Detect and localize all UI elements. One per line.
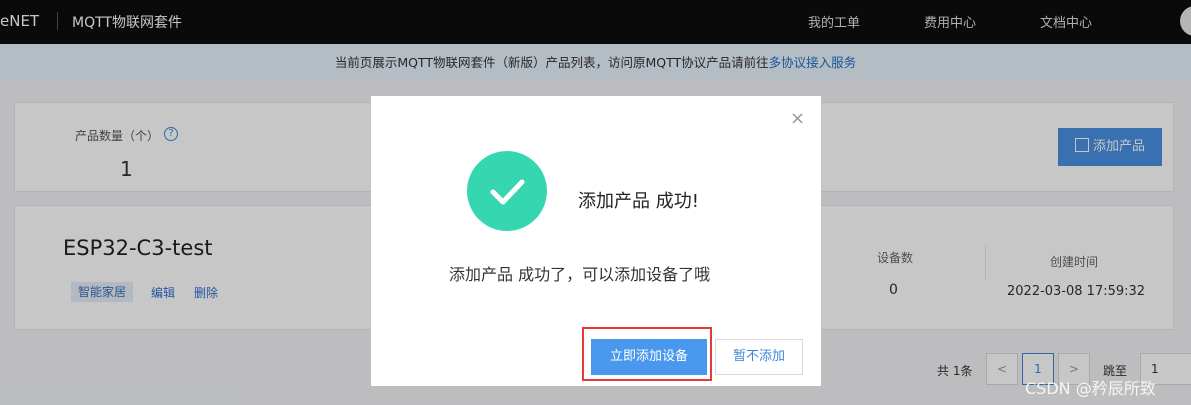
success-check-icon (467, 151, 547, 231)
dialog-message: 添加产品 成功了，可以添加设备了哦 (449, 265, 711, 284)
dialog-title: 添加产品 成功! (578, 191, 699, 212)
close-icon[interactable]: × (790, 108, 805, 129)
checkmark-icon (490, 179, 525, 205)
skip-adding-button[interactable]: 暂不添加 (715, 339, 803, 375)
annotation-highlight-box (582, 327, 712, 381)
csdn-watermark: CSDN @矜辰所致 (1025, 379, 1156, 398)
